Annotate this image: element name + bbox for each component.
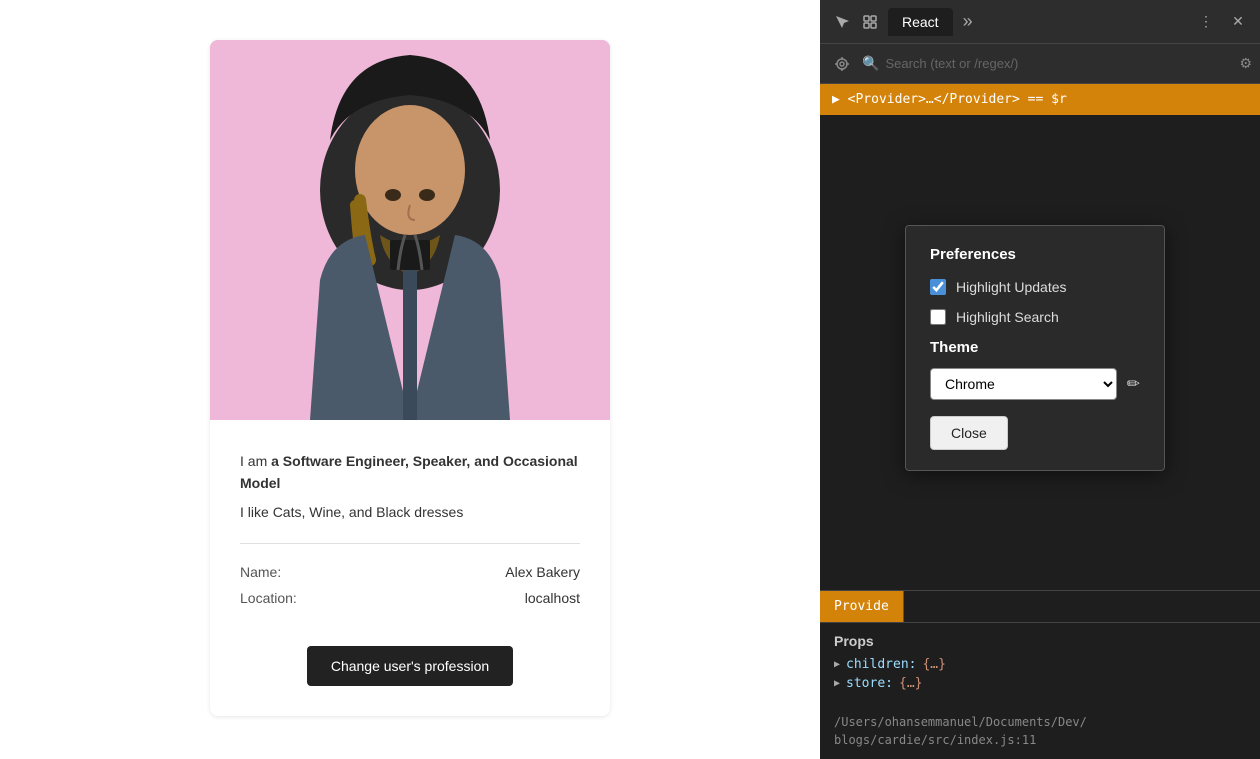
provider-row[interactable]: ▶ <Provider>…</Provider> == $r bbox=[820, 84, 1260, 115]
theme-edit-icon[interactable]: ✏ bbox=[1127, 374, 1140, 394]
prop-store-value: {…} bbox=[899, 676, 922, 691]
profile-info: I am a Software Engineer, Speaker, and O… bbox=[210, 420, 610, 636]
file-path: /Users/ohansemmanuel/Documents/Dev/ blog… bbox=[820, 705, 1260, 759]
devtools-search-bar: 🔍 ⚙ bbox=[820, 44, 1260, 84]
target-icon[interactable] bbox=[828, 50, 856, 78]
highlight-search-row: Highlight Search bbox=[930, 309, 1140, 325]
change-profession-button[interactable]: Change user's profession bbox=[307, 646, 513, 686]
cursor-icon[interactable] bbox=[828, 8, 856, 36]
prop-children-row: ▶ children: {…} bbox=[834, 657, 1246, 672]
profile-image bbox=[210, 40, 610, 420]
search-input[interactable] bbox=[885, 56, 1233, 71]
like-text: I like Cats, Wine, and Black dresses bbox=[240, 501, 580, 523]
provider-tab-row: Provide bbox=[820, 591, 1260, 623]
close-button[interactable]: Close bbox=[930, 416, 1008, 450]
preferences-title: Preferences bbox=[930, 246, 1140, 263]
react-tab[interactable]: React bbox=[888, 8, 953, 36]
theme-select[interactable]: Chrome Dark Light bbox=[930, 368, 1117, 400]
settings-icon[interactable]: ⚙ bbox=[1239, 55, 1252, 72]
component-icon[interactable] bbox=[856, 8, 884, 36]
props-title: Props bbox=[834, 633, 1246, 649]
location-field: Location: localhost bbox=[240, 590, 580, 606]
search-icon: 🔍 bbox=[862, 55, 879, 72]
devtools-panel: React » ⋮ ✕ 🔍 ⚙ ▶ <Provider>…</Provider>… bbox=[820, 0, 1260, 759]
bio-text: I am a Software Engineer, Speaker, and O… bbox=[240, 450, 580, 495]
prop-store-key: store: bbox=[846, 676, 893, 691]
devtools-header: React » ⋮ ✕ bbox=[820, 0, 1260, 44]
prop-arrow-children: ▶ bbox=[834, 659, 840, 670]
highlight-updates-label: Highlight Updates bbox=[956, 279, 1067, 295]
profile-divider bbox=[240, 543, 580, 544]
devtools-bottom: Provide Props ▶ children: {…} ▶ store: {… bbox=[820, 590, 1260, 759]
devtools-actions: ⋮ ✕ bbox=[1192, 8, 1252, 36]
name-field: Name: Alex Bakery bbox=[240, 564, 580, 580]
highlight-updates-row: Highlight Updates bbox=[930, 279, 1140, 295]
person-illustration bbox=[210, 40, 610, 420]
prop-children-value: {…} bbox=[922, 657, 945, 672]
highlight-search-label: Highlight Search bbox=[956, 309, 1059, 325]
provider-tab[interactable]: Provide bbox=[820, 591, 904, 622]
props-section: Props ▶ children: {…} ▶ store: {…} bbox=[820, 623, 1260, 705]
more-tabs[interactable]: » bbox=[957, 11, 979, 32]
profile-actions: Change user's profession bbox=[210, 636, 610, 716]
profile-card: I am a Software Engineer, Speaker, and O… bbox=[210, 40, 610, 716]
close-devtools-icon[interactable]: ✕ bbox=[1224, 8, 1252, 36]
highlight-updates-checkbox[interactable] bbox=[930, 279, 946, 295]
preferences-popup: Preferences Highlight Updates Highlight … bbox=[905, 225, 1165, 471]
theme-label: Theme bbox=[930, 339, 1140, 356]
prop-store-row: ▶ store: {…} bbox=[834, 676, 1246, 691]
devtools-content: Preferences Highlight Updates Highlight … bbox=[820, 115, 1260, 590]
highlight-search-checkbox[interactable] bbox=[930, 309, 946, 325]
overflow-menu-icon[interactable]: ⋮ bbox=[1192, 8, 1220, 36]
prop-children-key: children: bbox=[846, 657, 916, 672]
left-panel: I am a Software Engineer, Speaker, and O… bbox=[0, 0, 820, 759]
theme-row: Chrome Dark Light ✏ bbox=[930, 368, 1140, 400]
prop-arrow-store: ▶ bbox=[834, 678, 840, 689]
